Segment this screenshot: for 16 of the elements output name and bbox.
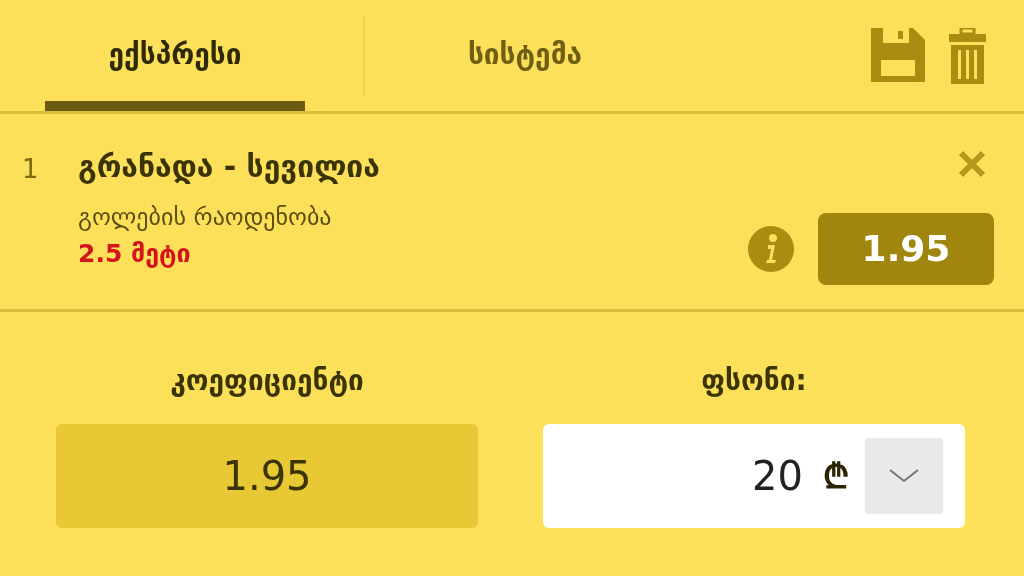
- bet-number: 1: [22, 153, 40, 186]
- save-icon[interactable]: [871, 27, 925, 82]
- match-title: გრანადა - სევილია: [78, 148, 381, 186]
- selection-text: 2.5 მეტი: [78, 238, 192, 270]
- stake-label: ფსონი:: [701, 363, 807, 399]
- tab[interactable]: სისტემა: [395, 0, 655, 111]
- total-odds-value: 1.95: [56, 424, 478, 528]
- odds-button[interactable]: 1.95: [818, 213, 994, 285]
- info-icon[interactable]: [748, 226, 794, 272]
- odds-label: კოეფიციენტი: [170, 363, 364, 399]
- market-name: გოლების რაოდენობა: [78, 202, 333, 233]
- close-icon[interactable]: [958, 150, 986, 178]
- stake-field[interactable]: 20 ₾: [543, 424, 965, 528]
- tab[interactable]: ექსპრესი: [45, 0, 305, 111]
- delete-icon[interactable]: [949, 27, 986, 84]
- chevron-icon: [889, 469, 919, 483]
